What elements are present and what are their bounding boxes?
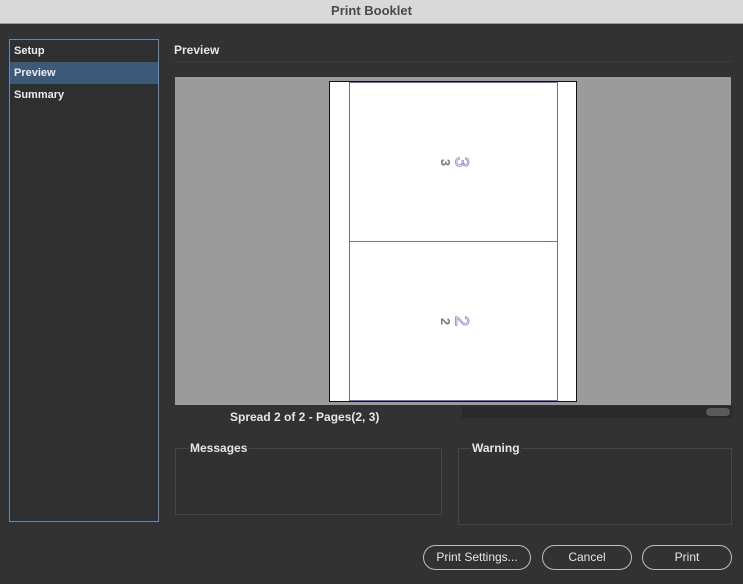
page-number-large: 3 <box>450 156 472 168</box>
spread-scrollbar[interactable] <box>462 406 732 418</box>
section-divider <box>174 61 732 62</box>
sidebar: Setup Preview Summary <box>9 39 159 522</box>
print-settings-button[interactable]: Print Settings... <box>423 545 531 570</box>
page-number-2: 22 <box>350 310 557 332</box>
page-number-large: 2 <box>450 315 472 327</box>
page-3-preview: 33 <box>349 82 558 242</box>
sidebar-item-preview[interactable]: Preview <box>10 62 158 84</box>
preview-sheet: 33 22 <box>329 81 577 402</box>
page-number-3: 33 <box>350 151 557 173</box>
cancel-button[interactable]: Cancel <box>542 545 632 570</box>
page-2-preview: 22 <box>349 241 558 401</box>
spread-label: Spread 2 of 2 - Pages(2, 3) <box>230 410 380 424</box>
sidebar-item-summary[interactable]: Summary <box>10 84 158 106</box>
warning-label: Warning <box>470 441 522 455</box>
window-title: Print Booklet <box>0 0 743 24</box>
print-button[interactable]: Print <box>642 545 732 570</box>
messages-box <box>175 448 442 515</box>
messages-label: Messages <box>188 441 250 455</box>
scrollbar-thumb[interactable] <box>706 408 730 416</box>
sidebar-item-setup[interactable]: Setup <box>10 40 158 62</box>
section-title: Preview <box>174 43 220 57</box>
warning-box <box>458 448 732 525</box>
preview-area: 33 22 <box>175 77 731 405</box>
